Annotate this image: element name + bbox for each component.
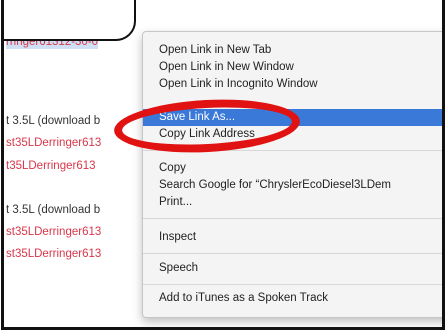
menu-open-incognito[interactable]: Open Link in Incognito Window — [143, 76, 442, 93]
menu-inspect[interactable]: Inspect — [143, 229, 442, 246]
menu-copy[interactable]: Copy — [143, 160, 442, 177]
menu-search-google[interactable]: Search Google for “ChryslerEcoDiesel3LDe… — [143, 177, 442, 194]
list-item-title-1: t 3.5L (download b — [6, 115, 101, 127]
list-item-link-2a[interactable]: st35LDerringer613 — [6, 226, 101, 238]
menu-print[interactable]: Print... — [143, 194, 442, 211]
list-item-link-2b[interactable]: st35LDerringer613 — [6, 248, 101, 260]
list-item-link-1b[interactable]: t35LDerringer613 — [6, 160, 96, 172]
menu-open-new-window[interactable]: Open Link in New Window — [143, 59, 442, 76]
menu-add-to-itunes[interactable]: Add to iTunes as a Spoken Track — [143, 290, 442, 307]
tab-outline — [4, 0, 136, 41]
menu-separator-4 — [143, 284, 442, 285]
menu-separator-3 — [143, 253, 442, 254]
list-item-title-2: t 3.5L (download b — [6, 204, 101, 216]
menu-open-new-tab[interactable]: Open Link in New Tab — [143, 42, 442, 59]
menu-speech[interactable]: Speech — [143, 260, 442, 277]
context-menu: Open Link in New Tab Open Link in New Wi… — [142, 31, 442, 318]
browser-page: rringer61312-30-0 t 3.5L (download b st3… — [1, 0, 445, 330]
list-item-link-1a[interactable]: st35LDerringer613 — [6, 137, 101, 149]
menu-separator-2 — [143, 218, 442, 219]
